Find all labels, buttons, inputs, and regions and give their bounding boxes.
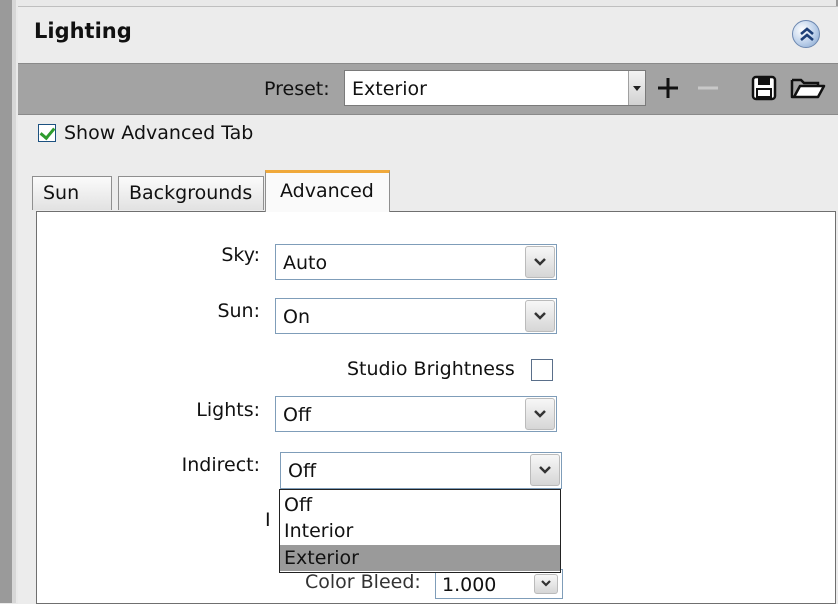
dropdown-option-label: Off bbox=[284, 494, 313, 516]
studio-brightness-checkbox[interactable] bbox=[531, 359, 553, 381]
tab-bar: Sun Backgrounds Advanced bbox=[18, 170, 838, 212]
indirect-select[interactable]: Off bbox=[280, 452, 562, 489]
tab-advanced[interactable]: Advanced bbox=[265, 170, 390, 212]
dropdown-option-exterior[interactable]: Exterior bbox=[280, 545, 560, 571]
save-icon[interactable] bbox=[748, 72, 780, 104]
indirect-value: Off bbox=[288, 460, 317, 482]
preset-value: Exterior bbox=[352, 78, 427, 100]
sky-value: Auto bbox=[283, 252, 328, 274]
show-advanced-label: Show Advanced Tab bbox=[64, 122, 254, 144]
sun-value: On bbox=[283, 306, 310, 328]
sky-label: Sky: bbox=[221, 244, 260, 266]
tab-sun-label: Sun bbox=[43, 182, 80, 204]
window-frame-left-inner bbox=[12, 0, 16, 603]
show-advanced-checkbox[interactable] bbox=[38, 124, 56, 142]
preset-dropdown-arrow-icon[interactable] bbox=[628, 71, 645, 105]
color-bleed-label: Color Bleed: bbox=[305, 571, 421, 593]
sky-select[interactable]: Auto bbox=[275, 244, 557, 280]
panel-title: Lighting bbox=[34, 19, 132, 43]
preset-label: Preset: bbox=[264, 78, 330, 100]
tab-sun[interactable]: Sun bbox=[32, 176, 112, 210]
tab-backgrounds-label: Backgrounds bbox=[129, 182, 253, 204]
remove-icon[interactable] bbox=[692, 72, 724, 104]
chevron-down-icon[interactable] bbox=[534, 574, 558, 594]
dropdown-option-label: Interior bbox=[284, 520, 354, 542]
sun-select[interactable]: On bbox=[275, 298, 557, 334]
preset-select[interactable]: Exterior bbox=[344, 70, 646, 106]
chevron-down-icon[interactable] bbox=[530, 454, 560, 486]
panel-title-bar: Lighting bbox=[18, 7, 838, 63]
chevron-down-icon[interactable] bbox=[525, 246, 555, 278]
color-bleed-field[interactable]: 1.000 bbox=[435, 569, 563, 599]
preset-toolbar: Preset: Exterior bbox=[18, 63, 838, 115]
dropdown-option-interior[interactable]: Interior bbox=[280, 518, 560, 544]
open-folder-icon[interactable] bbox=[788, 72, 828, 104]
lights-select[interactable]: Off bbox=[275, 396, 557, 432]
dropdown-option-off[interactable]: Off bbox=[280, 492, 560, 518]
advanced-tab-content: Sky: Auto Sun: On Studio Brightness Ligh… bbox=[36, 211, 836, 604]
indirect-dropdown-list: Off Interior Exterior bbox=[279, 489, 561, 573]
chevron-double-up-icon[interactable] bbox=[792, 20, 820, 48]
lights-label: Lights: bbox=[196, 399, 260, 421]
dropdown-option-label: Exterior bbox=[284, 547, 359, 569]
chevron-down-icon[interactable] bbox=[525, 398, 555, 430]
color-bleed-value: 1.000 bbox=[442, 574, 497, 596]
tab-backgrounds[interactable]: Backgrounds bbox=[118, 176, 264, 210]
indirect-label: Indirect: bbox=[181, 454, 260, 476]
tab-advanced-label: Advanced bbox=[280, 180, 374, 202]
sun-label: Sun: bbox=[217, 300, 260, 322]
lights-value: Off bbox=[283, 404, 312, 426]
lighting-panel: Lighting Preset: Exterior Show Advanced … bbox=[18, 6, 838, 604]
partial-field-label: I bbox=[265, 509, 271, 531]
chevron-down-icon[interactable] bbox=[525, 300, 555, 332]
studio-brightness-label: Studio Brightness bbox=[347, 358, 515, 380]
add-icon[interactable] bbox=[652, 72, 684, 104]
